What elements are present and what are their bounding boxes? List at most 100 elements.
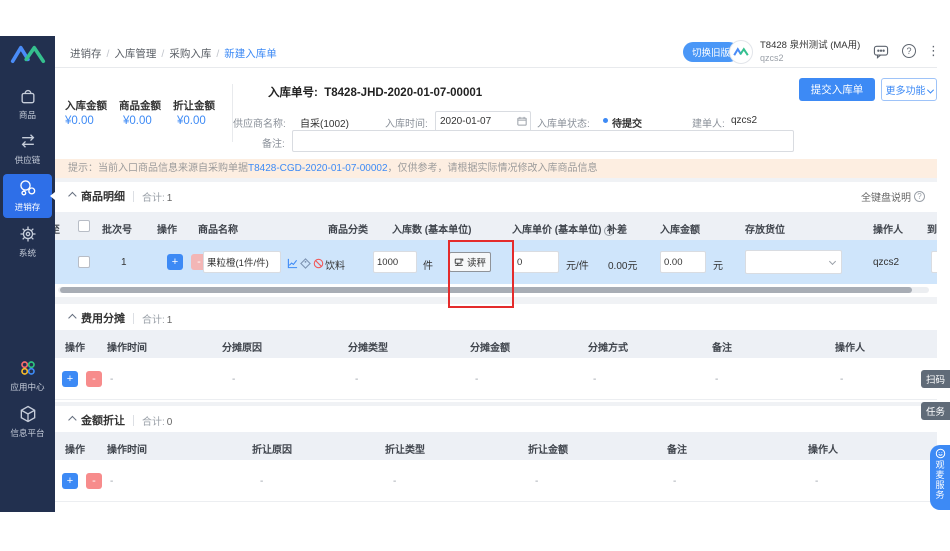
user-info[interactable]: T8428 泉州测试 (MA用) qzcs2 xyxy=(760,40,860,64)
sidebar-item-system[interactable]: 系统 xyxy=(0,224,55,259)
col-operator: 操作人 xyxy=(873,225,903,236)
inbound-date-field[interactable] xyxy=(435,111,531,132)
collapse-icon[interactable] xyxy=(68,191,77,201)
col-arrive: 到货 xyxy=(927,225,937,236)
share-table-row: + - - - - - - - - xyxy=(55,358,937,400)
status-value: 待提交 xyxy=(612,119,642,130)
sidebar-item-inventory[interactable]: 进销存 xyxy=(3,174,55,218)
col-qty: 入库数 (基本单位) xyxy=(392,225,472,236)
service-tab-label: 观麦服务 xyxy=(934,460,945,500)
sidebar-item-supply-chain[interactable]: 供应链 xyxy=(0,131,55,166)
sidebar-item-label: 商品 xyxy=(18,110,37,120)
submit-inbound-button[interactable]: 提交入库单 xyxy=(799,78,875,101)
metric-label: 入库金额 xyxy=(65,100,107,112)
col-amount: 入库金额 xyxy=(660,225,700,236)
add-row-button[interactable]: + xyxy=(167,254,183,270)
status-dot xyxy=(603,118,608,123)
collapse-icon[interactable] xyxy=(68,313,77,323)
keyboard-help-link[interactable]: 全键盘说明? xyxy=(861,189,925,204)
breadcrumb-item[interactable]: 采购入库 xyxy=(169,48,211,60)
price-trend-icon[interactable] xyxy=(287,256,298,274)
breadcrumb-item[interactable]: 入库管理 xyxy=(114,48,156,60)
forbidden-icon[interactable] xyxy=(313,256,324,274)
add-share-button[interactable]: + xyxy=(62,371,78,387)
chevron-down-icon xyxy=(828,257,837,266)
col-category: 商品分类 xyxy=(328,225,368,236)
clipped-column: 至 xyxy=(55,221,60,236)
arrive-date-input[interactable] xyxy=(931,251,937,273)
sidebar: 商品 供应链 进销存 系统 应用中心 信息平台 xyxy=(0,36,55,512)
amount-input[interactable] xyxy=(660,251,706,273)
col-op: 操作 xyxy=(157,225,177,236)
amount-unit: 元 xyxy=(713,261,723,272)
remove-discount-button[interactable]: - xyxy=(86,473,102,489)
scan-code-tab[interactable]: 扫码 xyxy=(920,370,950,388)
price-input[interactable] xyxy=(513,251,559,273)
qty-unit: 件 xyxy=(423,261,433,272)
message-icon[interactable] xyxy=(873,45,889,64)
order-number: 入库单号: T8428-JHD-2020-01-07-00001 xyxy=(268,87,483,99)
col-price: 入库单价 (基本单位)? xyxy=(512,221,615,236)
col-diff: 补差 xyxy=(607,225,627,236)
topbar: 进销存 / 入库管理 / 采购入库 / 新建入库单 切换旧版 T8428 泉州测试 (MA用… xyxy=(55,36,940,68)
username: qzcs2 xyxy=(760,53,784,63)
creator-label: 建单人: xyxy=(692,119,725,130)
sidebar-item-info-platform[interactable]: 信息平台 xyxy=(0,404,55,439)
task-tab[interactable]: 任务 xyxy=(920,402,950,420)
discount-section: 金额折让 合计: 0 操作 操作时间 折让原因 折让类型 折让金额 备注 操作人 … xyxy=(55,406,937,512)
notice-bar: 提示：当前入口商品信息来源自采购单据T8428-CGD-2020-01-07-0… xyxy=(55,159,937,178)
row-checkbox[interactable] xyxy=(78,256,90,268)
help-icon[interactable]: ? xyxy=(902,44,916,58)
share-network-icon xyxy=(3,178,52,198)
storage-location-select[interactable] xyxy=(745,250,842,274)
chevron-down-icon xyxy=(926,86,934,94)
gear-icon xyxy=(0,224,55,244)
price-unit: 元/件 xyxy=(566,261,589,272)
share-table-header: 操作 操作时间 分摊原因 分摊类型 分摊金额 分摊方式 备注 操作人 xyxy=(55,330,937,358)
metric-label: 折让金额 xyxy=(173,100,215,112)
remark-input[interactable] xyxy=(292,130,794,152)
sidebar-item-goods[interactable]: 商品 xyxy=(0,86,55,121)
help-icon: ? xyxy=(914,191,925,202)
section-title: 金额折让 xyxy=(81,415,125,427)
sidebar-item-label: 应用中心 xyxy=(10,382,45,392)
breadcrumb-item[interactable]: 进销存 xyxy=(70,48,102,60)
product-name-input[interactable] xyxy=(203,251,281,273)
batch-value: 1 xyxy=(121,257,127,268)
creator-value: qzcs2 xyxy=(731,115,758,126)
date-label: 入库时间: xyxy=(385,119,428,130)
smiley-icon xyxy=(935,448,945,459)
cost-share-section: 费用分摊 合计: 1 操作 操作时间 分摊原因 分摊类型 分摊金额 分摊方式 备注… xyxy=(55,304,937,402)
sidebar-item-app-center[interactable]: 应用中心 xyxy=(0,358,55,393)
remove-share-button[interactable]: - xyxy=(86,371,102,387)
source-order-link[interactable]: T8428-CGD-2020-01-07-00002 xyxy=(248,163,388,174)
metric-label: 商品金额 xyxy=(119,100,161,112)
bag-icon xyxy=(0,86,55,106)
qty-input[interactable] xyxy=(373,251,417,273)
avatar[interactable] xyxy=(729,40,753,64)
breadcrumb-current: 新建入库单 xyxy=(224,48,277,60)
sidebar-item-label: 进销存 xyxy=(14,202,41,212)
more-menu-icon[interactable]: ⋮ xyxy=(927,43,940,59)
discount-table-row: + - - - - - - - xyxy=(55,460,937,502)
exchange-arrows-icon xyxy=(0,131,55,151)
active-item-notch xyxy=(50,192,55,200)
divider xyxy=(232,84,233,142)
app-logo xyxy=(0,44,55,69)
customer-service-tab[interactable]: 观麦服务 xyxy=(930,445,950,510)
order-summary-card: 入库金额 ¥0.00 商品金额 ¥0.00 折让金额 ¥0.00 入库单号: T… xyxy=(55,68,937,159)
tag-icon[interactable] xyxy=(300,256,311,274)
tenant-name: T8428 泉州测试 (MA用) xyxy=(760,40,861,51)
more-actions-button[interactable]: 更多功能 xyxy=(881,78,937,101)
collapse-icon[interactable] xyxy=(68,415,77,425)
breadcrumb: 进销存 / 入库管理 / 采购入库 / 新建入库单 xyxy=(70,48,277,60)
diff-value: 0.00元 xyxy=(608,261,638,272)
col-name: 商品名称 xyxy=(198,225,238,236)
status-label: 入库单状态: xyxy=(537,119,590,130)
section-title: 商品明细 xyxy=(81,191,125,203)
metric-value: ¥0.00 xyxy=(65,115,94,127)
select-all-checkbox[interactable] xyxy=(78,220,90,232)
remark-label: 备注: xyxy=(262,139,285,150)
add-discount-button[interactable]: + xyxy=(62,473,78,489)
sidebar-item-label: 系统 xyxy=(18,248,37,258)
